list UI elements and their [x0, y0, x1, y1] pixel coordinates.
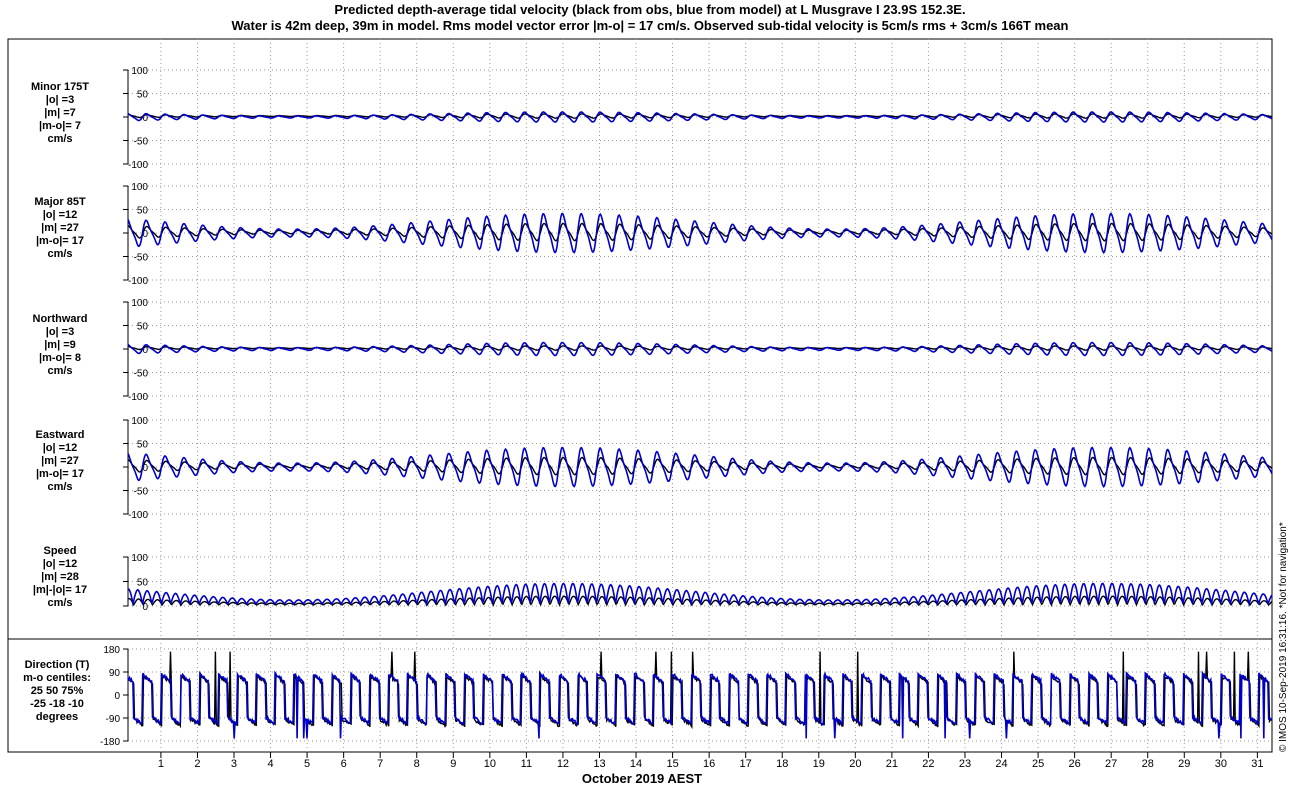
panel-label-line: Minor 175T	[31, 81, 89, 93]
x-tick-label: 19	[813, 758, 825, 770]
y-tick-label: 100	[131, 66, 148, 77]
x-tick-label: 4	[267, 758, 273, 770]
panel-label-line: Major 85T	[34, 196, 86, 208]
series-layer	[127, 111, 1273, 739]
x-tick-label: 26	[1069, 758, 1081, 770]
x-tick-label: 23	[959, 758, 971, 770]
x-tick-label: 9	[450, 758, 456, 770]
panel-label-line: |o| =3	[46, 326, 74, 338]
x-tick-label: 13	[593, 758, 605, 770]
panel-label-line: Speed	[43, 545, 76, 557]
x-tick-label: 28	[1142, 758, 1154, 770]
x-axis-label: October 2019 AEST	[582, 771, 702, 786]
y-tick-label: -180	[100, 737, 120, 748]
panel-label-line: |m| =7	[44, 107, 76, 119]
y-tick-label: 0	[114, 691, 120, 702]
panel-label-line: cm/s	[47, 365, 72, 377]
panel-label-line: Eastward	[36, 429, 85, 441]
panel-label-line: Direction (T)	[25, 659, 90, 671]
grid-layer	[128, 39, 1272, 752]
x-tick-label: 22	[922, 758, 934, 770]
y-tick-label: 100	[131, 553, 148, 564]
x-tick-label: 5	[304, 758, 310, 770]
panel-label-line: |m| =9	[44, 339, 76, 351]
x-tick-label: 17	[740, 758, 752, 770]
chart-title-line-1: Predicted depth-average tidal velocity (…	[334, 2, 965, 17]
x-tick-label: 25	[1032, 758, 1044, 770]
x-tick-label: 29	[1178, 758, 1190, 770]
panel-label-line: |m-o|= 7	[39, 120, 81, 132]
x-tick-label: 16	[703, 758, 715, 770]
credit-text: © IMOS 10-Sep-2019 16:31:16. *Not for na…	[1278, 522, 1289, 752]
y-tick-label: 100	[131, 298, 148, 309]
y-tick-label: 100	[131, 182, 148, 193]
series-model-direction	[127, 670, 1273, 739]
x-tick-label: 1	[158, 758, 164, 770]
y-tick-label: -100	[128, 510, 148, 521]
y-tick-label: -90	[106, 714, 121, 725]
x-tick-label: 20	[849, 758, 861, 770]
panel-label-line: cm/s	[47, 481, 72, 493]
x-tick-label: 2	[194, 758, 200, 770]
panel-label-line: cm/s	[47, 597, 72, 609]
panel-label-line: |o| =3	[46, 94, 74, 106]
y-tick-label: -50	[134, 253, 149, 264]
panel-label-line: |o| =12	[43, 558, 78, 570]
panel-label-line: 25 50 75%	[31, 685, 84, 697]
panel-label-line: |o| =12	[43, 442, 78, 454]
x-tick-label: 11	[521, 758, 532, 770]
panel-label-line: |m|-|o|= 17	[33, 584, 87, 596]
panel-label-line: cm/s	[47, 133, 72, 145]
x-tick-label: 6	[341, 758, 347, 770]
y-tick-label: 50	[137, 578, 149, 589]
y-tick-label: -50	[134, 369, 149, 380]
x-tick-label: 7	[377, 758, 383, 770]
x-tick-label: 14	[630, 758, 642, 770]
panel-label-line: |m| =27	[41, 455, 79, 467]
x-tick-label: 18	[776, 758, 788, 770]
x-tick-label: 10	[484, 758, 496, 770]
panel-label-line: |m-o|= 8	[39, 352, 81, 364]
y-tick-label: -100	[128, 276, 148, 287]
x-tick-label: 21	[886, 758, 898, 770]
y-tick-label: 100	[131, 416, 148, 427]
chart-title-line-2: Water is 42m deep, 39m in model. Rms mod…	[232, 18, 1069, 33]
panel-layer: 100500-50-100Minor 175T|o| =3|m| =7|m-o|…	[23, 66, 148, 748]
panel-label-line: |m| =27	[41, 222, 79, 234]
y-tick-label: 50	[137, 206, 149, 217]
panel-label-line: Northward	[33, 313, 88, 325]
panel-label-line: m-o centiles:	[23, 672, 91, 684]
panel-label-line: |o| =12	[43, 209, 78, 221]
x-tick-label: 8	[414, 758, 420, 770]
y-tick-label: 90	[109, 668, 121, 679]
x-tick-label: 12	[557, 758, 569, 770]
panel-label-line: cm/s	[47, 248, 72, 260]
x-tick-label: 31	[1251, 758, 1263, 770]
x-tick-label: 3	[231, 758, 237, 770]
x-tick-label: 24	[995, 758, 1007, 770]
panel-label-line: |m-o|= 17	[36, 235, 84, 247]
y-tick-label: -100	[128, 392, 148, 403]
x-tick-label: 30	[1215, 758, 1227, 770]
tidal-velocity-chart: Predicted depth-average tidal velocity (…	[7, 2, 1289, 786]
panel-label-line: -25 -18 -10	[30, 698, 84, 710]
y-tick-label: 50	[137, 322, 149, 333]
y-tick-label: -100	[128, 160, 148, 171]
x-tick-label: 27	[1105, 758, 1117, 770]
y-tick-label: -50	[134, 137, 149, 148]
y-tick-label: 50	[137, 440, 149, 451]
y-tick-label: -50	[134, 487, 149, 498]
x-tick-label: 15	[666, 758, 678, 770]
panel-label-line: |m| =28	[41, 571, 79, 583]
y-tick-label: 50	[137, 90, 149, 101]
x-axis: 1 2 3 4 5 6 7 8 9 10 11 12 13 14 15 16 17 18 19 20 21 22 23 24 2…	[158, 752, 1264, 770]
panel-label-line: |m-o|= 17	[36, 468, 84, 480]
panel-label-line: degrees	[36, 711, 78, 723]
y-tick-label: 180	[103, 645, 120, 656]
